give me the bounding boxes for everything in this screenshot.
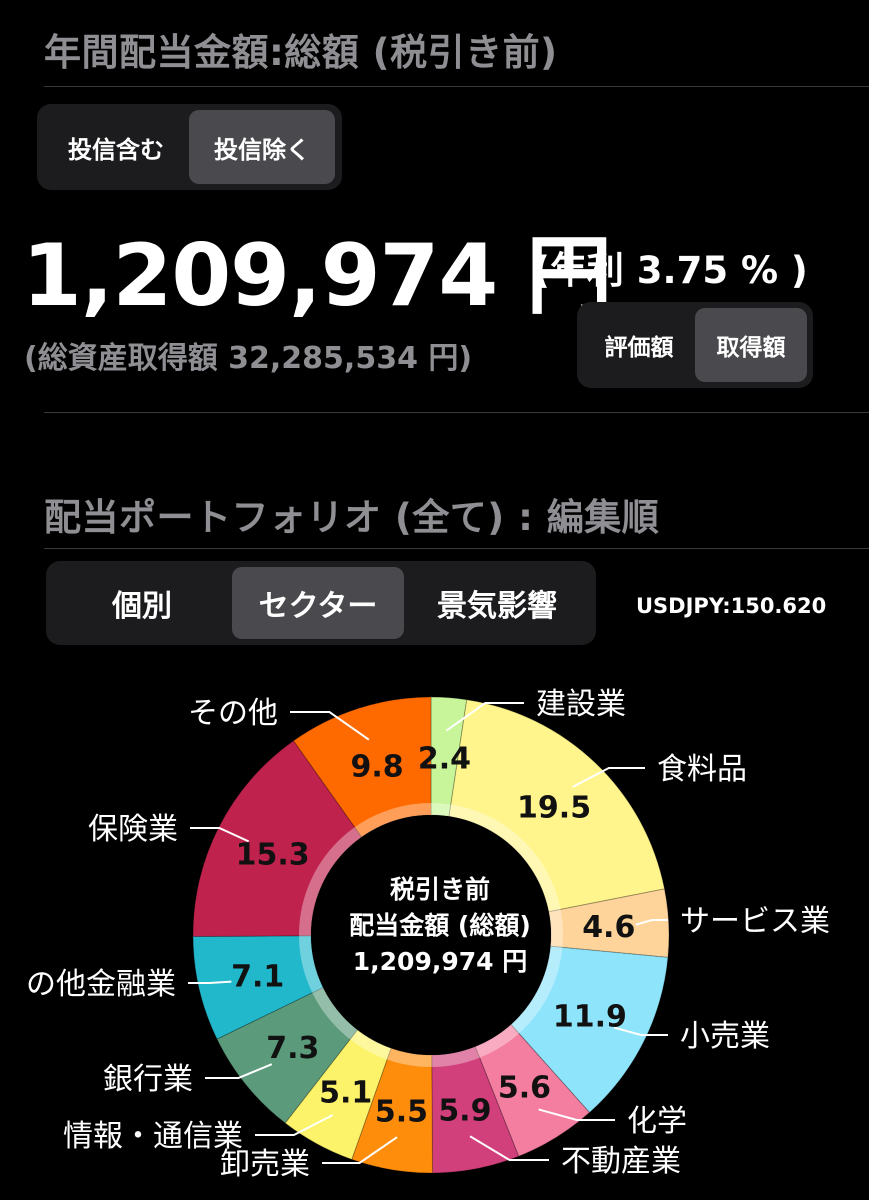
chart-center-line2: 配当金額 (総額) [349, 911, 531, 940]
slice-name-label: 化学 [627, 1104, 687, 1139]
slice-name-label: 建設業 [536, 687, 626, 722]
slice-value-label: 11.9 [553, 999, 627, 1034]
header-divider [44, 86, 869, 87]
slice-name-label: サービス業 [680, 904, 830, 939]
fx-rate: USDJPY:150.620 [636, 594, 827, 618]
slice-value-label: 5.5 [375, 1095, 428, 1130]
view-toggle-economy[interactable]: 景気影響 [404, 567, 590, 639]
valuation-toggle: 評価額 取得額 [577, 302, 813, 388]
view-toggle-sector[interactable]: セクター [232, 567, 404, 639]
slice-name-label: 不動産業 [561, 1144, 681, 1179]
chart-center-line1: 税引き前 [389, 875, 490, 904]
annual-dividend-amount: 1,209,974 円 [22, 226, 612, 326]
view-toggle: 個別 セクター 景気影響 [46, 561, 596, 645]
slice-value-label: 4.6 [582, 910, 635, 945]
slice-value-label: 5.9 [438, 1094, 491, 1129]
valuation-toggle-cost[interactable]: 取得額 [695, 308, 807, 382]
slice-value-label: 7.1 [231, 959, 284, 994]
slice-value-label: 5.6 [498, 1070, 551, 1105]
fund-toggle: 投信含む 投信除く [37, 104, 342, 190]
fund-toggle-include[interactable]: 投信含む [43, 110, 189, 184]
slice-value-label: 15.3 [236, 838, 310, 873]
slice-name-label: 保険業 [88, 812, 178, 847]
slice-value-label: 5.1 [319, 1075, 372, 1110]
total-cost-basis: (総資産取得額 32,285,534 円) [24, 341, 473, 376]
section-divider [44, 412, 869, 413]
valuation-toggle-market[interactable]: 評価額 [583, 308, 695, 382]
slice-name-label: 食料品 [657, 752, 747, 787]
page-title: 年間配当金額:総額 (税引き前) [44, 31, 558, 74]
slice-name-label: 情報・通信業 [63, 1119, 243, 1154]
chart-center-label: 税引き前 配当金額 (総額) 1,209,974 円 [320, 872, 560, 980]
portfolio-title: 配当ポートフォリオ (全て) : 編集順 [44, 496, 660, 539]
portfolio-divider [44, 548, 869, 549]
slice-value-label: 19.5 [517, 790, 591, 825]
annual-yield: (年利 3.75 % ) [533, 249, 808, 292]
slice-name-label: 小売業 [680, 1019, 770, 1054]
slice-name-label: その他 [188, 696, 278, 731]
slice-value-label: 9.8 [350, 749, 403, 784]
slice-name-label: 銀行業 [103, 1062, 193, 1097]
chart-center-line3: 1,209,974 円 [352, 947, 528, 976]
slice-value-label: 2.4 [418, 742, 471, 777]
fund-toggle-exclude[interactable]: 投信除く [189, 110, 335, 184]
slice-value-label: 7.3 [266, 1031, 319, 1066]
slice-name-label: の他金融業 [26, 967, 176, 1002]
view-toggle-individual[interactable]: 個別 [52, 567, 232, 639]
